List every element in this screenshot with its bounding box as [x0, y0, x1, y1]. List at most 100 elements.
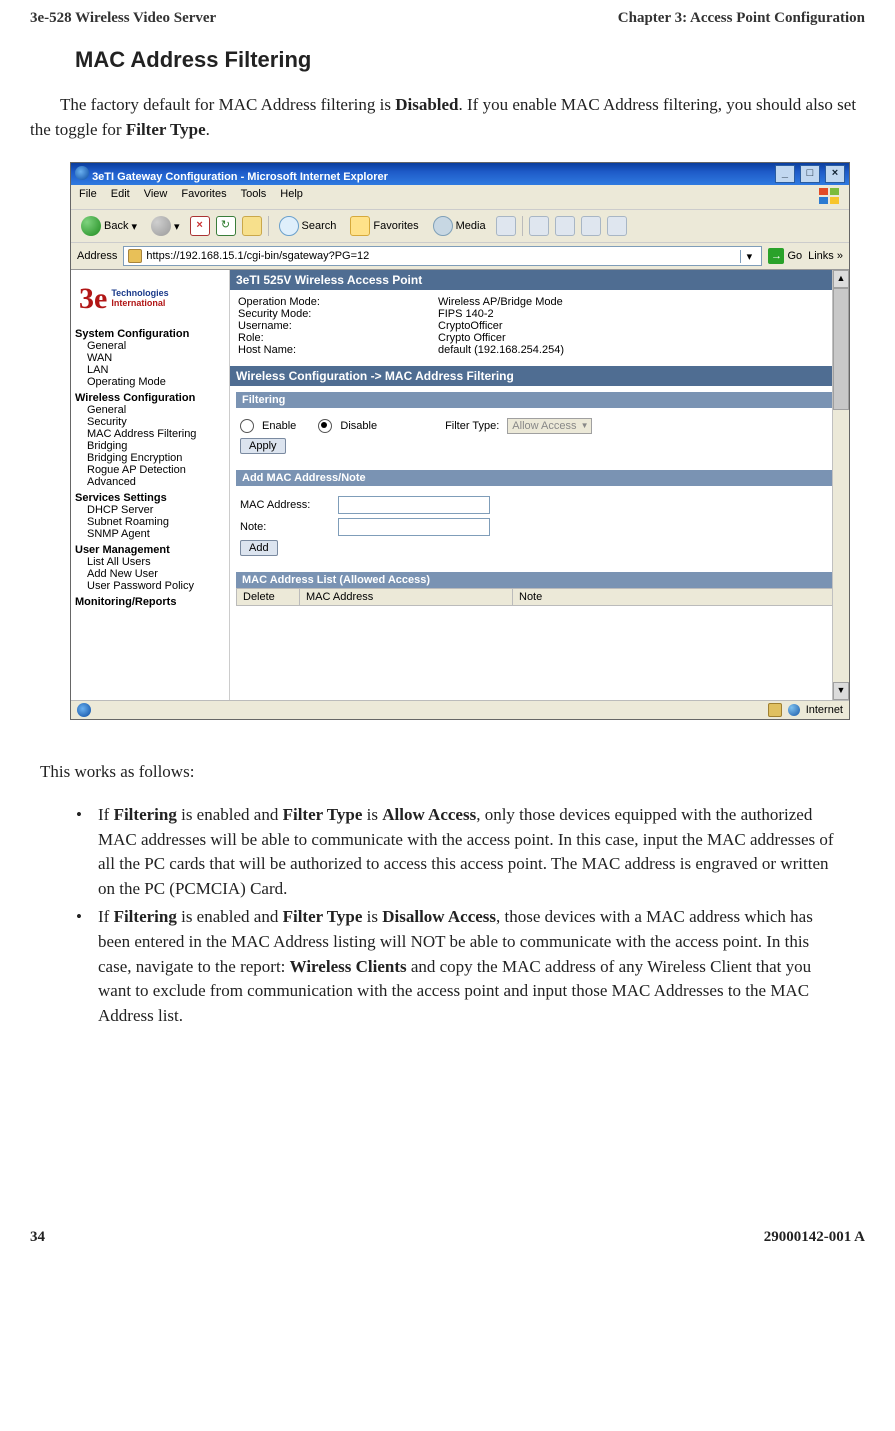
stop-button[interactable]: × — [190, 216, 210, 236]
forward-button[interactable]: ▾ — [147, 214, 184, 238]
radio-enable-label: Enable — [262, 420, 296, 432]
main-panel: 3eTI 525V Wireless Access Point Operatio… — [230, 270, 849, 700]
favorites-button[interactable]: Favorites — [346, 214, 422, 238]
hostname-label: Host Name: — [238, 344, 438, 356]
add-mac-subhead: Add MAC Address/Note — [236, 470, 843, 486]
scroll-down-icon[interactable]: ▼ — [833, 682, 849, 700]
nav-group-system: System Configuration — [75, 328, 225, 340]
star-icon — [350, 216, 370, 236]
menu-file[interactable]: File — [79, 188, 97, 206]
home-button[interactable] — [242, 216, 262, 236]
logo-mark: 3e — [79, 282, 107, 316]
media-button[interactable]: Media — [429, 214, 490, 238]
filtering-form: Enable Disable Filter Type: Allow Access… — [230, 408, 849, 464]
edit-button[interactable] — [581, 216, 601, 236]
nav-snmp[interactable]: SNMP Agent — [75, 528, 225, 540]
address-input[interactable]: https://192.168.15.1/cgi-bin/sgateway?PG… — [123, 246, 762, 266]
scroll-track[interactable] — [833, 410, 849, 682]
radio-disable-label: Disable — [340, 420, 377, 432]
op-mode-label: Operation Mode: — [238, 296, 438, 308]
nav-lan[interactable]: LAN — [75, 364, 225, 376]
nav-subnet-roaming[interactable]: Subnet Roaming — [75, 516, 225, 528]
embedded-screenshot: 3eTI Gateway Configuration - Microsoft I… — [70, 162, 850, 720]
mail-button[interactable] — [529, 216, 549, 236]
section-bar: Wireless Configuration -> MAC Address Fi… — [230, 366, 849, 386]
nav-advanced[interactable]: Advanced — [75, 476, 225, 488]
nav-security[interactable]: Security — [75, 416, 225, 428]
media-icon — [433, 216, 453, 236]
section-heading-mac-filtering: MAC Address Filtering — [75, 47, 865, 73]
status-zone: Internet — [806, 704, 843, 716]
filtering-subhead: Filtering — [236, 392, 843, 408]
nav-password-policy[interactable]: User Password Policy — [75, 580, 225, 592]
note-input[interactable] — [338, 518, 490, 536]
nav-bridging[interactable]: Bridging — [75, 440, 225, 452]
vertical-scrollbar[interactable]: ▲ ▼ — [832, 270, 849, 700]
info-grid: Operation Mode:Wireless AP/Bridge Mode S… — [230, 290, 849, 362]
header-left: 3e-528 Wireless Video Server — [30, 10, 216, 27]
hostname-value: default (192.168.254.254) — [438, 344, 564, 356]
nav-mac-filtering[interactable]: MAC Address Filtering — [75, 428, 225, 440]
menu-view[interactable]: View — [144, 188, 168, 206]
menu-help[interactable]: Help — [280, 188, 303, 206]
mac-list-table-head: Delete MAC Address Note — [236, 588, 843, 606]
nav-add-user[interactable]: Add New User — [75, 568, 225, 580]
radio-enable[interactable] — [240, 419, 254, 433]
toolbar: Back ▾ ▾ × ↻ Search Favorites Media — [71, 210, 849, 243]
mac-address-input[interactable] — [338, 496, 490, 514]
nav-wireless-general[interactable]: General — [75, 404, 225, 416]
lock-icon — [768, 703, 782, 717]
windows-logo-icon — [819, 188, 841, 206]
nav-rogue-ap[interactable]: Rogue AP Detection — [75, 464, 225, 476]
history-button[interactable] — [496, 216, 516, 236]
nav-group-services: Services Settings — [75, 492, 225, 504]
works-paragraph: This works as follows: — [40, 760, 865, 785]
nav-group-wireless: Wireless Configuration — [75, 392, 225, 404]
logo-3e: 3e Technologies International — [79, 282, 221, 316]
minimize-button[interactable]: _ — [775, 165, 795, 183]
window-titlebar: 3eTI Gateway Configuration - Microsoft I… — [71, 163, 849, 185]
sec-mode-value: FIPS 140-2 — [438, 308, 494, 320]
filter-type-select[interactable]: Allow Access — [507, 418, 591, 434]
links-label[interactable]: Links » — [808, 250, 843, 262]
toolbar-separator — [522, 216, 523, 236]
back-button[interactable]: Back ▾ — [77, 214, 141, 238]
address-dropdown-icon[interactable]: ▾ — [740, 250, 757, 263]
nav-bridging-encryption[interactable]: Bridging Encryption — [75, 452, 225, 464]
th-delete[interactable]: Delete — [237, 589, 300, 605]
nav-dhcp[interactable]: DHCP Server — [75, 504, 225, 516]
forward-arrow-icon — [151, 216, 171, 236]
scroll-up-icon[interactable]: ▲ — [833, 270, 849, 288]
menu-edit[interactable]: Edit — [111, 188, 130, 206]
text-bold: Filter Type — [126, 120, 206, 139]
text-bold: Disabled — [395, 95, 458, 114]
nav-operating-mode[interactable]: Operating Mode — [75, 376, 225, 388]
go-arrow-icon: → — [768, 248, 784, 264]
menu-bar: File Edit View Favorites Tools Help — [71, 185, 849, 210]
scroll-thumb[interactable] — [833, 288, 849, 410]
close-button[interactable]: × — [825, 165, 845, 183]
toolbar-separator — [268, 216, 269, 236]
print-button[interactable] — [555, 216, 575, 236]
page-header: 3e-528 Wireless Video Server Chapter 3: … — [30, 10, 865, 27]
refresh-button[interactable]: ↻ — [216, 216, 236, 236]
note-label: Note: — [240, 521, 330, 533]
radio-disable[interactable] — [318, 419, 332, 433]
maximize-button[interactable]: □ — [800, 165, 820, 183]
apply-button[interactable]: Apply — [240, 438, 286, 454]
sidebar: 3e Technologies International System Con… — [71, 270, 230, 700]
nav-list-users[interactable]: List All Users — [75, 556, 225, 568]
nav-group-user: User Management — [75, 544, 225, 556]
menu-favorites[interactable]: Favorites — [181, 188, 226, 206]
url-text: https://192.168.15.1/cgi-bin/sgateway?PG… — [146, 250, 369, 262]
go-button[interactable]: →Go — [768, 248, 802, 264]
nav-wan[interactable]: WAN — [75, 352, 225, 364]
discuss-button[interactable] — [607, 216, 627, 236]
search-button[interactable]: Search — [275, 214, 341, 238]
nav-general[interactable]: General — [75, 340, 225, 352]
menu-tools[interactable]: Tools — [241, 188, 267, 206]
role-value: Crypto Officer — [438, 332, 506, 344]
ie-icon — [75, 166, 89, 180]
add-button[interactable]: Add — [240, 540, 278, 556]
bullet-allow-access: If Filtering is enabled and Filter Type … — [70, 803, 845, 902]
